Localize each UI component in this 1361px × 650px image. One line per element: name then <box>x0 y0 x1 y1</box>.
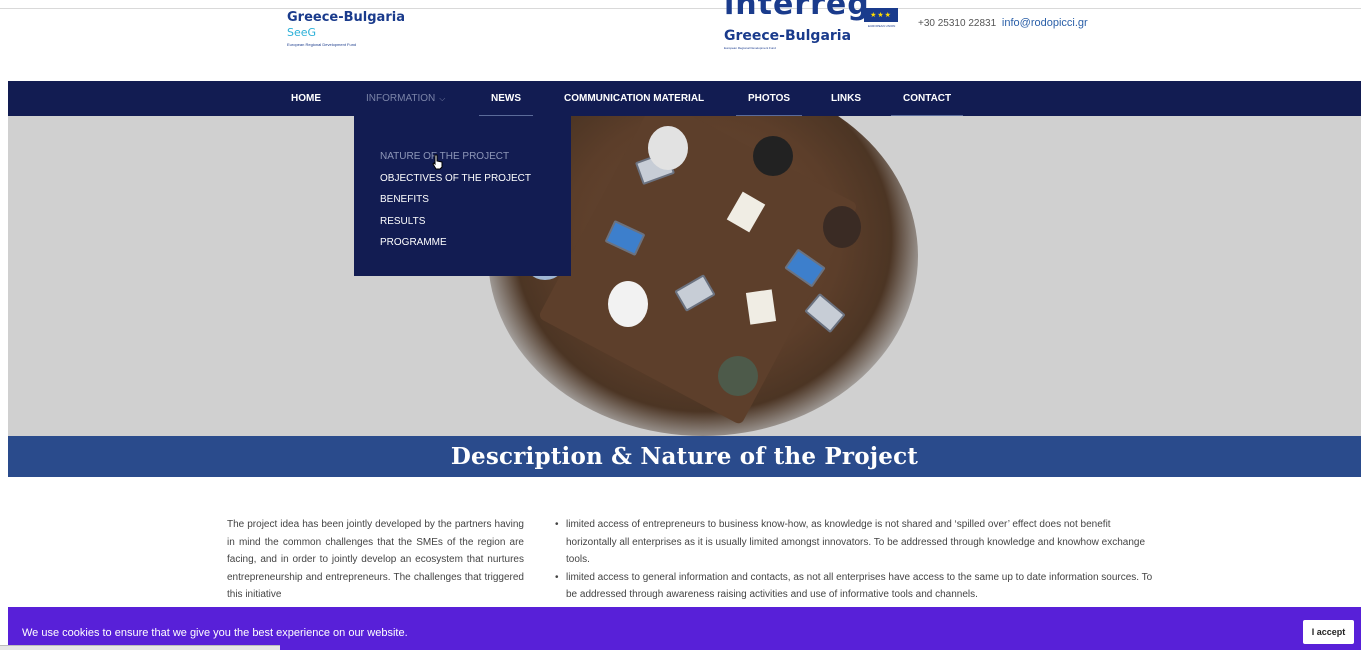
nav-photos[interactable]: PHOTOS <box>736 81 803 116</box>
header-email[interactable]: info@rodopicci.gr <box>1002 17 1088 29</box>
nav-communication-material-label: COMMUNICATION MATERIAL <box>564 93 705 104</box>
person-icon <box>648 126 688 170</box>
dropdown-results[interactable]: RESULTS <box>354 211 571 233</box>
nav-information-label: INFORMATION <box>366 93 436 104</box>
main-nav: HOME INFORMATION ⌵ NEWS COMMUNICATION MAT… <box>8 81 1361 116</box>
nav-news-label: NEWS <box>491 93 521 104</box>
challenge-item: limited access to general information an… <box>555 569 1155 604</box>
cookie-banner: We use cookies to ensure that we give yo… <box>8 607 1361 650</box>
intro-paragraph: The project idea has been jointly develo… <box>227 519 524 600</box>
nav-photos-label: PHOTOS <box>748 93 791 104</box>
interreg-logo[interactable]: interreg ★★★ EUROPEAN UNION Greece-Bulga… <box>724 0 904 52</box>
person-icon <box>718 356 758 396</box>
nav-home-label: HOME <box>291 93 321 104</box>
page-title-band: Description & Nature of the Project <box>8 436 1361 477</box>
header-phone[interactable]: +30 25310 22831 <box>918 18 996 29</box>
person-icon <box>753 136 793 176</box>
seeg-logo-line1: Greece-Bulgaria <box>287 10 405 25</box>
nav-information[interactable]: INFORMATION ⌵ <box>366 81 445 116</box>
nav-links[interactable]: LINKS <box>831 81 861 116</box>
dropdown-benefits[interactable]: BENEFITS <box>354 189 571 211</box>
seeg-logo-line3: European Regional Development Fund <box>287 42 357 47</box>
seeg-logo-line2: SeeG <box>287 26 317 39</box>
eu-flag-icon: ★★★ <box>864 8 898 22</box>
nav-home[interactable]: HOME <box>291 81 321 116</box>
cookie-message: We use cookies to ensure that we give yo… <box>22 627 408 639</box>
interreg-wordmark: interreg <box>724 0 870 22</box>
nav-contact-label: CONTACT <box>903 93 952 104</box>
notepad-icon <box>745 289 777 325</box>
interreg-programme: Greece-Bulgaria <box>724 28 852 44</box>
person-icon <box>823 206 861 248</box>
page-title: Description & Nature of the Project <box>450 443 919 470</box>
hero-banner <box>8 116 1361 436</box>
challenge-item: limited access of entrepreneurs to busin… <box>555 516 1155 569</box>
information-dropdown: NATURE OF THE PROJECT OBJECTIVES OF THE … <box>354 116 571 276</box>
dropdown-objectives-of-the-project[interactable]: OBJECTIVES OF THE PROJECT <box>354 168 571 190</box>
challenges-list: limited access of entrepreneurs to busin… <box>555 516 1155 604</box>
header-top-border <box>0 8 1361 9</box>
dropdown-nature-of-the-project[interactable]: NATURE OF THE PROJECT <box>354 146 571 168</box>
laptop-icon <box>804 292 846 334</box>
seeg-logo[interactable]: Greece-Bulgaria SeeG European Regional D… <box>287 10 405 48</box>
browser-status-bar <box>0 645 280 650</box>
header-contact: +30 25310 22831 info@rodopicci.gr <box>918 17 1088 29</box>
nav-news[interactable]: NEWS <box>479 81 533 116</box>
nav-communication-material[interactable]: COMMUNICATION MATERIAL <box>564 81 704 116</box>
dropdown-programme[interactable]: PROGRAMME <box>354 232 571 254</box>
eu-label: EUROPEAN UNION <box>868 24 896 28</box>
cookie-accept-button[interactable]: I accept <box>1303 620 1354 644</box>
nav-links-label: LINKS <box>831 93 861 104</box>
person-icon <box>608 281 648 327</box>
nav-contact[interactable]: CONTACT <box>891 81 964 116</box>
chevron-down-icon: ⌵ <box>439 94 446 103</box>
site-header: Greece-Bulgaria SeeG European Regional D… <box>0 0 1361 80</box>
hand-cursor-icon <box>432 154 444 175</box>
interreg-fund: European Regional Development Fund <box>724 46 776 50</box>
